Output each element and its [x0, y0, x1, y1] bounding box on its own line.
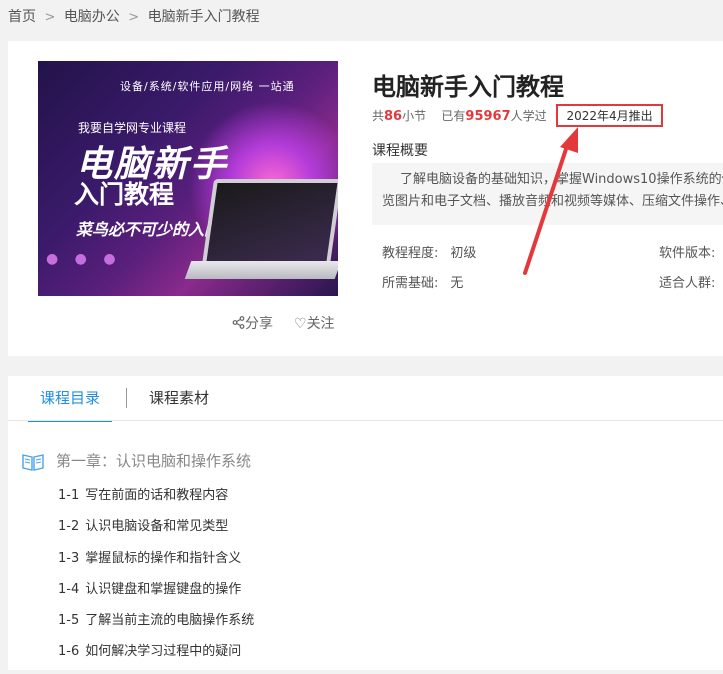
- release-date-badge: 2022年4月推出: [556, 104, 663, 127]
- learners-suffix: 人学过: [510, 109, 547, 123]
- sections-count: 86: [384, 109, 403, 124]
- level-label: 教程程度:: [382, 246, 439, 261]
- prereq-value: 无: [450, 276, 464, 291]
- share-icon: [232, 316, 245, 329]
- prereq-info: 所需基础: 无: [382, 272, 463, 291]
- breadcrumb-category[interactable]: 电脑办公: [64, 9, 120, 25]
- lesson-item[interactable]: 1-4 认识键盘和掌握键盘的操作: [58, 580, 254, 611]
- tab-material[interactable]: 课程素材: [149, 376, 209, 420]
- lesson-title: 如何解决学习过程中的疑问: [85, 644, 242, 660]
- breadcrumb-home[interactable]: 首页: [8, 9, 36, 25]
- lesson-title: 认识电脑设备和常见类型: [85, 519, 229, 535]
- decorative-dots: ● ● ●: [46, 251, 122, 267]
- breadcrumb-separator: >: [128, 10, 140, 25]
- lesson-number: 1-6: [58, 644, 80, 660]
- lesson-item[interactable]: 1-1 写在前面的话和教程内容: [58, 486, 254, 517]
- laptop-illustration: [201, 179, 338, 265]
- level-value: 初级: [450, 246, 477, 261]
- cover-subheadline: 入门教程: [74, 180, 175, 209]
- sections-suffix: 小节: [402, 109, 427, 123]
- annotation-arrow: [523, 127, 578, 275]
- lesson-title: 写在前面的话和教程内容: [85, 488, 229, 503]
- course-meta: 共86小节 已有95967人学过 2022年4月推出: [372, 104, 663, 127]
- lesson-number: 1-4: [58, 581, 80, 597]
- course-header-panel: 设备/系统/软件应用/网络 一站通 我要自学网专业课程 电脑新手 入门教程 菜鸟…: [8, 41, 723, 356]
- audience-info: 适合人群:: [659, 272, 715, 291]
- breadcrumb-current[interactable]: 电脑新手入门教程: [148, 9, 260, 25]
- cover-brand: 我要自学网专业课程: [78, 121, 187, 135]
- laptop-base-illustration: [184, 261, 338, 279]
- course-cover-image[interactable]: 设备/系统/软件应用/网络 一站通 我要自学网专业课程 电脑新手 入门教程 菜鸟…: [38, 61, 338, 296]
- sections-prefix: 共: [372, 109, 385, 123]
- lesson-number: 1-5: [58, 613, 80, 629]
- breadcrumb-separator: >: [44, 10, 56, 25]
- chapter-title: 第一章：认识电脑和操作系统: [56, 452, 252, 470]
- tabs-underline: [8, 420, 723, 421]
- course-title: 电脑新手入门教程: [372, 73, 564, 101]
- lesson-number: 1-2: [58, 519, 80, 535]
- lesson-item[interactable]: 1-5 了解当前主流的电脑操作系统: [58, 611, 254, 642]
- book-icon: [22, 453, 44, 471]
- heart-icon: ♡: [294, 316, 307, 332]
- software-label: 软件版本:: [659, 246, 716, 261]
- learners-prefix: 已有: [441, 109, 466, 123]
- tab-divider: [126, 388, 127, 408]
- software-info: 软件版本:: [659, 242, 715, 261]
- lesson-list: 1-1 写在前面的话和教程内容 1-2 认识电脑设备和常见类型 1-3 掌握鼠标的操作…: [58, 486, 254, 674]
- level-info: 教程程度: 初级: [382, 242, 476, 261]
- learners-count: 95967: [465, 109, 511, 124]
- lesson-item[interactable]: 1-3 掌握鼠标的操作和指针含义: [58, 549, 254, 580]
- lesson-number: 1-1: [58, 488, 80, 503]
- lesson-number: 1-3: [58, 550, 80, 566]
- lesson-item[interactable]: 1-6 如何解决学习过程中的疑问: [58, 642, 254, 673]
- lesson-item[interactable]: 1-2 认识电脑设备和常见类型: [58, 517, 254, 548]
- tab-catalog[interactable]: 课程目录: [28, 376, 113, 422]
- prereq-label: 所需基础:: [382, 276, 439, 291]
- follow-label: 关注: [306, 316, 335, 332]
- audience-label: 适合人群:: [659, 276, 716, 291]
- follow-button[interactable]: ♡关注: [294, 313, 335, 333]
- breadcrumb: 首页 > 电脑办公 > 电脑新手入门教程: [8, 6, 260, 26]
- share-label: 分享: [245, 316, 273, 332]
- lesson-title: 掌握鼠标的操作和指针含义: [85, 550, 242, 566]
- course-content-panel: 课程目录 课程素材 第一章：认识电脑和操作系统 1-1 写在前面的话和教程内容 1…: [8, 376, 723, 670]
- lesson-title: 了解当前主流的电脑操作系统: [85, 613, 255, 629]
- share-button[interactable]: 分享: [232, 313, 273, 333]
- cover-tagline: 设备/系统/软件应用/网络 一站通: [120, 80, 295, 93]
- lesson-title: 认识键盘和掌握键盘的操作: [85, 581, 242, 597]
- chapter-heading[interactable]: 第一章：认识电脑和操作系统: [22, 450, 251, 471]
- overview-heading: 课程概要: [372, 143, 428, 159]
